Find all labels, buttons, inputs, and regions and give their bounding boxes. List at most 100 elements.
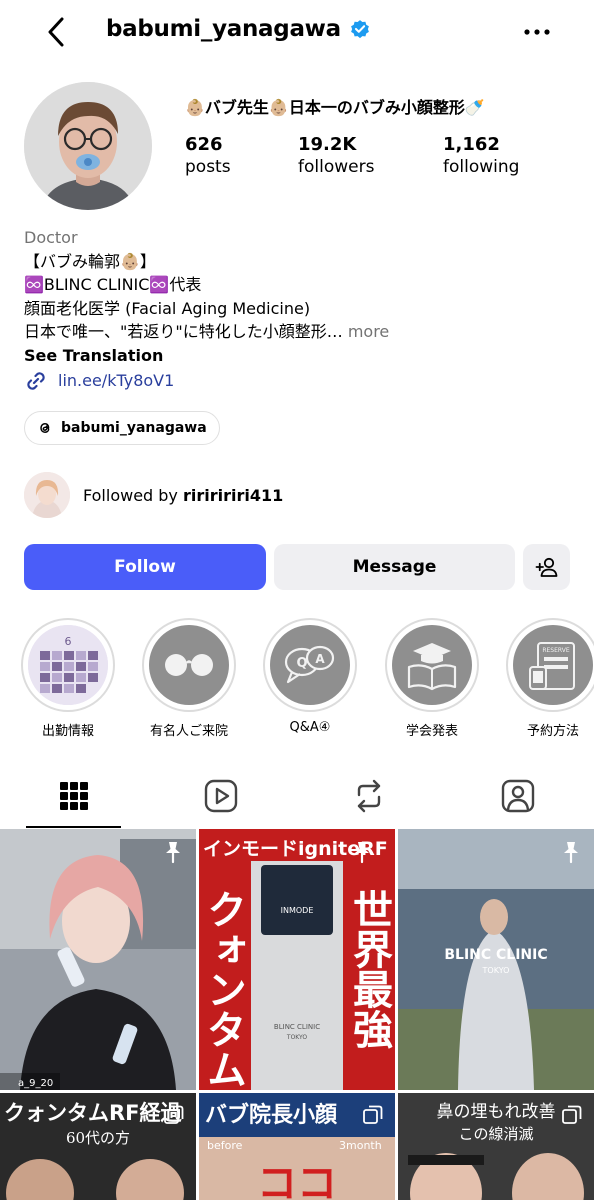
highlight-ring — [142, 618, 236, 712]
highlight-cover: Q A — [270, 625, 350, 705]
threads-profile-chip[interactable]: babumi_yanagawa — [24, 411, 220, 445]
active-tab-indicator — [26, 826, 121, 828]
post-thumbnail[interactable]: a_9_20 — [0, 829, 196, 1090]
story-highlight[interactable]: 学会発表 — [384, 618, 480, 739]
tab-posts-grid[interactable] — [13, 764, 135, 828]
svg-text:TOKYO: TOKYO — [286, 1034, 307, 1041]
tab-reels[interactable] — [160, 764, 282, 828]
followed-by-user[interactable]: ririririri411 — [183, 486, 283, 505]
threads-icon — [40, 423, 50, 433]
story-highlight[interactable]: 有名人ご来院 — [141, 618, 237, 739]
highlight-cover: 6 — [28, 625, 108, 705]
more-horizontal-icon — [524, 29, 550, 35]
add-person-icon — [535, 557, 557, 577]
highlight-label: 学会発表 — [405, 724, 458, 739]
post-image: BLINC CLINIC TOKYO — [398, 829, 594, 1090]
profile-category: Doctor — [24, 228, 78, 247]
following-stat[interactable]: 1,162 following — [443, 134, 519, 177]
message-button[interactable]: Message — [274, 544, 515, 590]
followers-count: 19.2K — [298, 134, 357, 155]
threads-handle: babumi_yanagawa — [61, 420, 207, 436]
tab-tagged[interactable] — [457, 764, 579, 828]
svg-text:a_9_20: a_9_20 — [18, 1078, 53, 1089]
svg-text:ココ: ココ — [257, 1160, 337, 1200]
highlight-label: 有名人ご来院 — [149, 724, 228, 739]
post-thumbnail[interactable]: 鼻の埋もれ改善 この線消滅 — [398, 1093, 594, 1200]
svg-text:鼻の埋もれ改善: 鼻の埋もれ改善 — [437, 1102, 556, 1122]
svg-text:世界最強: 世界最強 — [346, 889, 393, 1050]
pinned-icon — [166, 842, 180, 864]
reserve-card-icon: RESERVE — [529, 642, 575, 690]
followers-label: followers — [298, 157, 375, 177]
header-username: babumi_yanagawa — [106, 16, 371, 42]
followed-by-prefix: Followed by — [83, 485, 183, 505]
tab-reposts[interactable] — [308, 764, 430, 828]
highlight-label: 出勤情報 — [41, 724, 94, 739]
sunglasses-icon — [165, 654, 213, 676]
follow-button[interactable]: Follow — [24, 544, 266, 590]
followed-by-row[interactable]: Followed by ririririri411 — [24, 472, 283, 518]
reels-icon — [204, 779, 238, 813]
see-translation-link[interactable]: See Translation — [24, 344, 574, 368]
svg-text:RESERVE: RESERVE — [542, 647, 570, 654]
highlight-cover: RESERVE — [513, 625, 593, 705]
highlight-label: 予約方法 — [526, 724, 579, 739]
bio-line: ♾️BLINC CLINIC♾️代表 — [24, 275, 202, 294]
grid-icon — [60, 782, 88, 810]
svg-text:TOKYO: TOKYO — [482, 966, 510, 975]
svg-text:バブ院長小顔: バブ院長小顔 — [205, 1102, 338, 1128]
svg-text:クォンタムRF経過: クォンタムRF経過 — [4, 1101, 183, 1125]
profile-avatar[interactable] — [24, 82, 152, 210]
verified-badge-icon — [350, 20, 369, 39]
followers-stat[interactable]: 19.2K followers — [298, 134, 374, 177]
bio-line: 【バブみ輪郭👶🏼】 — [24, 251, 156, 271]
tagged-icon — [501, 779, 535, 813]
svg-text:BLINC CLINIC: BLINC CLINIC — [444, 947, 547, 963]
chevron-left-icon — [48, 17, 64, 47]
post-thumbnail[interactable]: インモードigniteRF INMODE BLINC CLINIC TOKYO … — [199, 829, 395, 1090]
reposts-icon — [357, 779, 381, 813]
svg-text:この線消滅: この線消滅 — [458, 1125, 533, 1143]
link-icon — [27, 372, 45, 390]
back-button[interactable] — [38, 14, 74, 50]
highlight-ring: RESERVE — [506, 618, 594, 712]
username-text: babumi_yanagawa — [106, 16, 341, 42]
posts-stat[interactable]: 626 posts — [185, 134, 231, 177]
bio-link[interactable]: lin.ee/kTy8oV1 — [24, 369, 574, 393]
highlight-label: Q&A④ — [289, 720, 331, 735]
pinned-icon — [564, 842, 578, 864]
qa-bubbles-icon: Q A — [284, 645, 335, 684]
follower-avatar — [24, 472, 70, 518]
svg-text:before: before — [207, 1139, 243, 1152]
calendar-icon: 6 — [28, 625, 108, 705]
posts-label: posts — [185, 157, 231, 177]
svg-text:クォンタム: クォンタム — [200, 889, 246, 1089]
follower-avatar-photo — [24, 472, 70, 518]
svg-text:BLINC CLINIC: BLINC CLINIC — [274, 1023, 320, 1031]
post-thumbnail[interactable]: バブ院長小顔 before 3month ココ — [199, 1093, 395, 1200]
profile-display-name: 👶🏼バブ先生👶🏼日本一のバブみ小顔整形🍼 — [185, 98, 485, 117]
following-count: 1,162 — [443, 134, 500, 155]
more-options-button[interactable] — [520, 18, 554, 46]
story-highlight[interactable]: Q A Q&A④ — [262, 618, 358, 735]
pinned-icon — [355, 842, 369, 864]
carousel-icon — [164, 1105, 184, 1124]
highlight-ring — [385, 618, 479, 712]
bio-line: 日本で唯一、"若返り"に特化した小顔整形… — [24, 322, 343, 341]
post-image: a_9_20 — [0, 829, 196, 1090]
post-thumbnail[interactable]: クォンタムRF経過 60代の方 — [0, 1093, 196, 1200]
followed-by-text: Followed by ririririri411 — [83, 486, 283, 505]
story-highlight[interactable]: RESERVE 予約方法 — [505, 618, 594, 739]
posts-count: 626 — [185, 134, 223, 155]
carousel-icon — [363, 1105, 383, 1124]
svg-text:6: 6 — [65, 635, 72, 648]
bio-more-link[interactable]: more — [348, 322, 389, 341]
story-highlight[interactable]: 6 出勤情報 — [20, 618, 116, 739]
svg-text:3month: 3month — [339, 1139, 382, 1152]
post-thumbnail[interactable]: BLINC CLINIC TOKYO — [398, 829, 594, 1090]
profile-header: babumi_yanagawa — [0, 0, 594, 70]
suggested-users-button[interactable] — [523, 544, 570, 590]
profile-bio: Doctor 【バブみ輪郭👶🏼】 ♾️BLINC CLINIC♾️代表 顔面老化… — [24, 226, 574, 393]
svg-text:Q: Q — [296, 656, 307, 671]
svg-text:A: A — [315, 652, 325, 666]
